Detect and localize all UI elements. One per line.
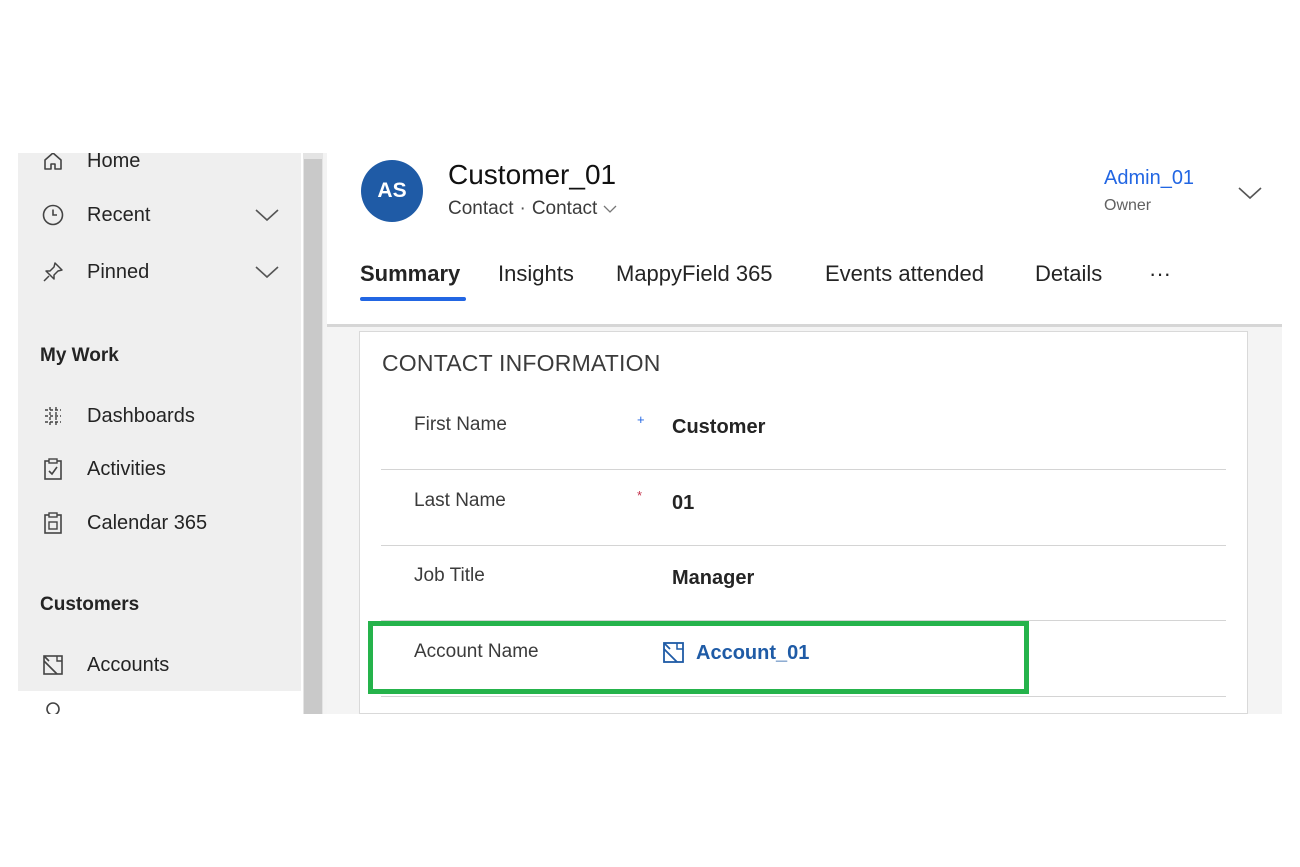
record-title: Customer_01 (448, 159, 617, 190)
chevron-down-icon (603, 205, 617, 213)
sidebar-item-partial[interactable] (18, 697, 301, 714)
owner-link[interactable]: Admin_01 (1104, 167, 1194, 190)
sidebar-item-label: Dashboards (87, 404, 195, 427)
owner-label: Owner (1104, 197, 1152, 214)
required-marker: * (637, 488, 643, 503)
avatar: AS (361, 160, 423, 222)
search-icon (40, 694, 66, 714)
app-window: Home Recent Pinned My Work Dashboards Ac… (18, 153, 1282, 714)
sidebar-item-accounts[interactable]: Accounts (18, 645, 301, 685)
field-value[interactable]: 01 (672, 492, 694, 515)
sidebar-item-label: Accounts (87, 653, 170, 676)
section-title-customers: Customers (40, 594, 140, 615)
field-label: Job Title (414, 565, 485, 586)
field-last-name[interactable]: Last Name * 01 (381, 470, 1226, 546)
sidebar-item-activities[interactable]: Activities (18, 449, 301, 489)
contact-information-card: CONTACT INFORMATION First Name + Custome… (359, 331, 1248, 714)
section-title-my-work: My Work (40, 345, 119, 366)
highlight-box (368, 621, 1029, 694)
field-value[interactable]: Customer (672, 416, 765, 439)
field-label: First Name (414, 414, 507, 435)
sidebar-item-calendar-365[interactable]: Calendar 365 (18, 503, 301, 543)
site-map-sidebar: Home Recent Pinned My Work Dashboards Ac… (18, 153, 301, 714)
sidebar-item-home[interactable]: Home (18, 153, 301, 181)
tab-summary[interactable]: Summary (360, 261, 460, 287)
sidebar-scrollbar[interactable] (303, 153, 323, 714)
form-selector[interactable]: Contact (532, 198, 617, 220)
calendar-icon (40, 510, 66, 536)
pin-icon (40, 259, 66, 285)
field-first-name[interactable]: First Name + Customer (381, 394, 1226, 470)
record-subtitle: Contact · Contact (448, 198, 617, 220)
tab-mappyfield-365[interactable]: MappyField 365 (616, 261, 773, 287)
account-icon (40, 652, 66, 678)
separator-dot: · (519, 198, 526, 219)
scrollbar-thumb[interactable] (304, 159, 322, 714)
field-job-title[interactable]: Job Title Manager (381, 545, 1226, 621)
section-title: CONTACT INFORMATION (382, 350, 661, 376)
sidebar-item-label: Home (87, 153, 141, 172)
recommended-marker: + (637, 412, 645, 427)
home-icon (40, 153, 66, 174)
clock-icon (40, 202, 66, 228)
row-divider (381, 696, 1226, 697)
form-selector-label: Contact (531, 198, 598, 219)
expand-header-chevron-icon[interactable] (1237, 183, 1263, 203)
more-tabs-button[interactable]: ··· (1149, 261, 1171, 287)
active-tab-indicator (360, 297, 466, 301)
record-form: AS Customer_01 Contact · Contact Admin_0… (327, 153, 1282, 714)
tab-details[interactable]: Details (1035, 261, 1102, 287)
chevron-down-icon[interactable] (254, 262, 280, 282)
sidebar-item-label: Pinned (87, 260, 150, 283)
sidebar-item-label: Recent (87, 203, 151, 226)
clipboard-icon (40, 456, 66, 482)
field-label: Last Name (414, 490, 506, 511)
sidebar-item-label: Calendar 365 (87, 511, 208, 534)
sidebar-item-pinned[interactable]: Pinned (18, 252, 301, 292)
sidebar-item-label: Activities (87, 457, 166, 480)
dashboard-icon (40, 403, 66, 429)
sidebar-item-dashboards[interactable]: Dashboards (18, 396, 301, 436)
field-value[interactable]: Manager (672, 567, 754, 590)
tab-events-attended[interactable]: Events attended (825, 261, 984, 287)
sidebar-item-recent[interactable]: Recent (18, 195, 301, 235)
chevron-down-icon[interactable] (254, 205, 280, 225)
tab-insights[interactable]: Insights (498, 261, 574, 287)
entity-name: Contact (448, 198, 514, 219)
